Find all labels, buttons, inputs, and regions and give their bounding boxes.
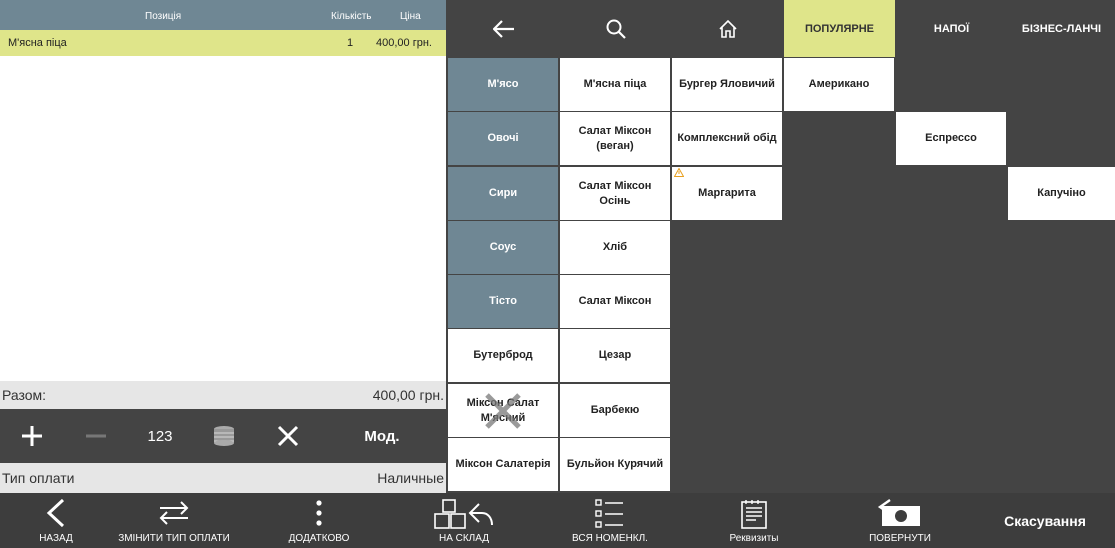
warning-icon: [674, 168, 684, 177]
coins-icon: [214, 426, 234, 446]
total-value: 400,00 грн.: [372, 387, 444, 403]
back-label: НАЗАД: [39, 533, 73, 544]
bottom-toolbar: НАЗАД ЗМІНИТИ ТИП ОПЛАТИ ДОДАТКОВО НА СК…: [0, 493, 1115, 548]
money-refund-icon: [877, 499, 920, 526]
plus-icon: [22, 426, 42, 446]
back-button[interactable]: НАЗАД: [30, 493, 82, 548]
total-label: Разом:: [2, 387, 47, 403]
to-stock-button[interactable]: НА СКЛАД: [428, 493, 500, 548]
product-mixon-vegan[interactable]: Салат Міксон (веган): [560, 112, 670, 165]
product-espresso[interactable]: Еспрессо: [896, 112, 1006, 165]
search-button[interactable]: [560, 0, 671, 57]
tab-drinks[interactable]: НАПОЇ: [896, 0, 1007, 57]
pay-type-label: Тип оплати: [2, 470, 75, 486]
order-item-qty: 1: [347, 37, 354, 49]
product-bbq[interactable]: Барбекю: [560, 384, 670, 437]
cancel-label: Скасування: [1004, 512, 1086, 529]
to-stock-label: НА СКЛАД: [438, 533, 490, 544]
all-items-label: ВСЯ НОМЕНКЛ.: [572, 533, 648, 544]
document-icon: [741, 500, 767, 529]
modifier-button[interactable]: Мод.: [352, 409, 412, 463]
pay-type-bar[interactable]: Тип оплати Наличные: [0, 463, 446, 493]
product-meat-pizza[interactable]: М'ясна піца: [560, 58, 670, 111]
list-icon: [595, 499, 623, 528]
close-icon: [277, 425, 299, 447]
product-mixon-salateria[interactable]: Міксон Салатерія: [448, 438, 558, 491]
product-beef-burger[interactable]: Бургер Яловичий: [672, 58, 782, 111]
catalog-panel: ПОПУЛЯРНЕ НАПОЇ БІЗНЕС-ЛАНЧІ М'ясо Овочі…: [448, 0, 1115, 493]
search-icon: [606, 19, 626, 39]
refund-button[interactable]: ПОВЕРНУТИ: [860, 493, 940, 548]
product-margarita[interactable]: Маргарита: [672, 167, 782, 220]
unavailable-cross-icon: [485, 393, 521, 429]
arrow-left-icon: [492, 19, 514, 38]
minus-icon: [86, 434, 106, 438]
product-americano[interactable]: Американо: [784, 58, 894, 111]
more-button[interactable]: ДОДАТКОВО: [282, 493, 356, 548]
cancel-button[interactable]: Скасування: [990, 493, 1100, 548]
tab-business-lunch[interactable]: БІЗНЕС-ЛАНЧІ: [1008, 0, 1115, 57]
header-qty: Кількість: [331, 11, 372, 22]
product-bread[interactable]: Хліб: [560, 221, 670, 274]
product-cappuccino[interactable]: Капучіно: [1008, 167, 1115, 220]
header-price: Ціна: [400, 11, 421, 22]
delete-button[interactable]: [266, 409, 310, 463]
product-chicken-broth[interactable]: Бульйон Курячий: [560, 438, 670, 491]
product-label: Маргарита: [698, 187, 756, 199]
order-item-name: М'ясна піца: [8, 37, 67, 49]
pay-type-value: Наличные: [377, 470, 444, 486]
change-pay-type-button[interactable]: ЗМІНИТИ ТИП ОПЛАТИ: [112, 493, 236, 548]
category-dough[interactable]: Тісто: [448, 275, 558, 328]
chevron-left-icon: [46, 498, 65, 528]
product-mixon-autumn[interactable]: Салат Міксон Осінь: [560, 167, 670, 220]
minus-button[interactable]: [76, 409, 116, 463]
more-label: ДОДАТКОВО: [288, 533, 350, 544]
boxes-return-icon: [434, 499, 493, 529]
category-sauce[interactable]: Соус: [448, 221, 558, 274]
plus-button[interactable]: [12, 409, 52, 463]
coins-button[interactable]: [202, 409, 246, 463]
requisites-button[interactable]: Реквизиты: [720, 493, 788, 548]
requisites-label: Реквизиты: [729, 533, 779, 544]
product-caesar[interactable]: Цезар: [560, 329, 670, 382]
home-icon: [718, 19, 737, 38]
category-cheese[interactable]: Сири: [448, 167, 558, 220]
product-sandwich[interactable]: Бутерброд: [448, 329, 558, 382]
refund-label: ПОВЕРНУТИ: [869, 533, 931, 544]
home-button[interactable]: [672, 0, 783, 57]
more-vertical-icon: [316, 500, 322, 526]
product-mixon-salad[interactable]: Салат Міксон: [560, 275, 670, 328]
header-position: Позиція: [145, 11, 182, 22]
product-mixon-meat-salad[interactable]: Міксон Салат М'ясний: [448, 384, 558, 437]
change-pay-type-label: ЗМІНИТИ ТИП ОПЛАТИ: [118, 533, 230, 544]
order-panel: Позиція Кількість Ціна М'ясна піца 1 400…: [0, 0, 446, 493]
back-nav-button[interactable]: [448, 0, 559, 57]
order-row[interactable]: М'ясна піца 1 400,00 грн.: [0, 30, 446, 56]
quantity-button[interactable]: 123: [138, 409, 182, 463]
product-business-lunch[interactable]: Комплексний обід: [672, 112, 782, 165]
category-vegetables[interactable]: Овочі: [448, 112, 558, 165]
swap-arrows-icon: [159, 501, 189, 525]
tab-popular[interactable]: ПОПУЛЯРНЕ: [784, 0, 895, 57]
all-items-button[interactable]: ВСЯ НОМЕНКЛ.: [570, 493, 650, 548]
order-table-header: Позиція Кількість Ціна: [0, 0, 446, 30]
total-bar: Разом: 400,00 грн.: [0, 381, 446, 409]
order-tools: 123 Мод.: [0, 409, 446, 463]
order-item-price: 400,00 грн.: [376, 37, 432, 49]
category-meat[interactable]: М'ясо: [448, 58, 558, 111]
